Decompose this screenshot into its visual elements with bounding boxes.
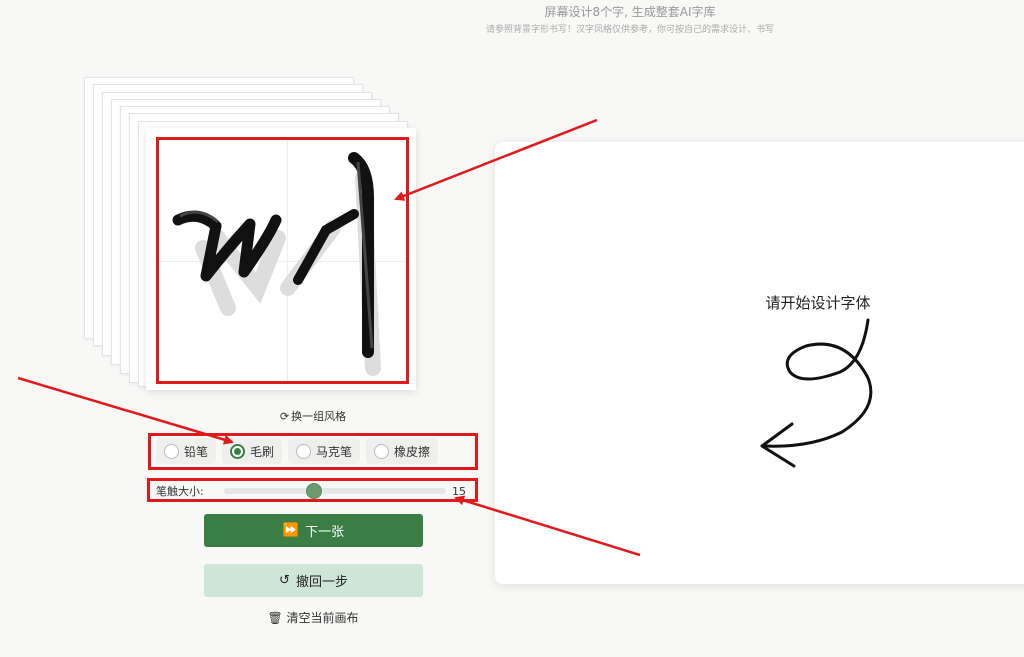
slider-thumb[interactable] xyxy=(306,483,323,499)
radio-marker[interactable] xyxy=(296,443,312,459)
page-subtitle: 请参照背景字形书写！汉字风格仅供参考，你可按自己的需求设计、书写 xyxy=(485,25,774,35)
tool-selector: 铅笔 毛刷 马克笔 橡皮擦 xyxy=(154,438,472,466)
next-label: 下一张 xyxy=(305,525,345,540)
tool-marker[interactable]: 马克笔 xyxy=(288,438,361,464)
radio-pencil[interactable] xyxy=(164,443,179,459)
radio-brush[interactable] xyxy=(230,443,246,459)
undo-icon: ↺ xyxy=(279,573,290,588)
glyph-shadow xyxy=(195,170,381,376)
change-style-button[interactable]: ⟳ 换一组风格 xyxy=(250,408,376,424)
refresh-icon: ⟳ xyxy=(279,410,290,423)
clear-canvas-button[interactable]: 🗑 清空当前画布 xyxy=(248,609,378,626)
brush-size-slider[interactable] xyxy=(224,483,446,499)
tool-pencil[interactable]: 铅笔 xyxy=(156,438,217,464)
page-title: 屏幕设计8个字, 生成整套AI字库 xyxy=(544,5,716,19)
tool-label: 马克笔 xyxy=(316,444,353,459)
next-button[interactable]: ⏩ 下一张 xyxy=(204,514,423,547)
trash-icon: 🗑 xyxy=(267,611,283,625)
tool-eraser[interactable]: 橡皮擦 xyxy=(366,438,439,464)
tool-label: 铅笔 xyxy=(184,444,209,459)
brush-size-value: 15 xyxy=(452,484,466,498)
canvas-hint: 请开始设计字体 xyxy=(765,294,871,312)
tool-label: 橡皮擦 xyxy=(394,444,431,459)
tool-brush[interactable]: 毛刷 xyxy=(222,438,283,464)
brush-size-row: 笔触大小: 15 xyxy=(152,481,474,501)
reference-glyph xyxy=(172,152,381,376)
squiggle-arrow-icon xyxy=(760,318,873,468)
undo-button[interactable]: ↺ 撤回一步 xyxy=(204,564,423,597)
clear-label: 清空当前画布 xyxy=(286,611,359,625)
tool-label: 毛刷 xyxy=(250,444,275,459)
fast-forward-icon: ⏩ xyxy=(282,523,300,538)
undo-label: 撤回一步 xyxy=(295,575,348,590)
radio-eraser[interactable] xyxy=(374,443,390,459)
change-style-label: 换一组风格 xyxy=(291,410,347,423)
brush-size-label: 笔触大小: xyxy=(156,485,204,498)
